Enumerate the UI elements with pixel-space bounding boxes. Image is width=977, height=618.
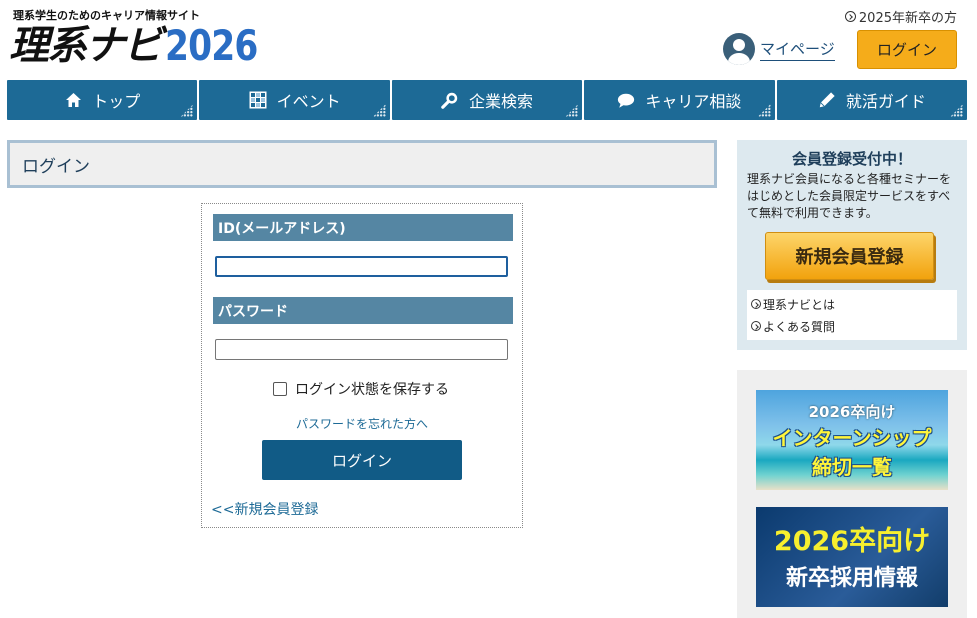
password-field-label: パスワード (213, 297, 513, 324)
graduate-2025-link[interactable]: 2025年新卒の方 (844, 7, 957, 26)
nav-item-top-label: トップ (92, 92, 141, 111)
circle-arrow-icon (751, 321, 761, 331)
nav-item-company-search[interactable]: 企業検索 (391, 80, 583, 120)
search-icon (441, 91, 459, 109)
login-submit-button[interactable]: ログイン (262, 440, 462, 480)
banner1-line1: 2026卒向け (808, 403, 896, 421)
corner-dots (950, 104, 964, 117)
main-nav: トップ イベント 企業検索 キャリア相談 就活ガイド (7, 80, 968, 120)
about-rikeinavi-label: 理系ナビとは (763, 297, 836, 312)
corner-dots (180, 104, 194, 117)
graduate-2025-label: 2025年新卒の方 (858, 11, 957, 26)
site-logo[interactable]: 理系ナビ 2026 (9, 21, 278, 70)
nav-item-job-guide-label: 就活ガイド (845, 92, 926, 111)
banner2-line2: 新卒採用情報 (785, 566, 918, 591)
forgot-password-link[interactable]: パスワードを忘れた方へ (202, 415, 522, 432)
pencil-icon (818, 91, 836, 109)
registration-title: 会員登録受付中！ (791, 150, 912, 168)
info-links: 理系ナビとは よくある質問 (747, 290, 957, 340)
banner1-line3: 締切一覧 (812, 455, 892, 479)
circle-arrow-icon (751, 299, 761, 309)
corner-dots (565, 104, 579, 117)
faq-label: よくある質問 (763, 319, 836, 334)
page-title: ログイン (7, 140, 717, 188)
corner-dots (372, 104, 386, 117)
mypage-label: マイページ (760, 38, 835, 61)
user-avatar-icon (723, 33, 755, 65)
logo-text: 理系ナビ (9, 23, 163, 69)
email-field[interactable] (215, 256, 508, 277)
password-field[interactable] (215, 339, 508, 360)
banner-panel: 2026卒向け インターンシップ 締切一覧 2026卒向け 新卒採用情報 (737, 370, 967, 618)
new-registration-link[interactable]: <<新規会員登録 (211, 499, 318, 519)
circle-arrow-icon (844, 11, 856, 22)
internship-deadline-banner[interactable]: 2026卒向け インターンシップ 締切一覧 (756, 390, 948, 490)
about-rikeinavi-link[interactable]: 理系ナビとは (751, 293, 953, 315)
home-icon (64, 91, 82, 109)
login-form: ID(メールアドレス) パスワード ログイン状態を保存する パスワードを忘れた方… (201, 203, 523, 528)
new-grad-recruitment-banner[interactable]: 2026卒向け 新卒採用情報 (756, 507, 948, 607)
remember-login[interactable]: ログイン状態を保存する (273, 379, 449, 399)
nav-item-event[interactable]: イベント (199, 80, 390, 120)
banner1-line2: インターンシップ (772, 426, 932, 450)
faq-link[interactable]: よくある質問 (751, 315, 953, 337)
nav-item-event-label: イベント (276, 92, 341, 111)
registration-panel: 会員登録受付中！ 理系ナビ会員になると各種セミナーをはじめとした会員限定サービス… (737, 140, 967, 350)
registration-description: 理系ナビ会員になると各種セミナーをはじめとした会員限定サービスをすべて無料で利用… (747, 172, 952, 220)
calendar-icon (249, 91, 267, 109)
logo-year: 2026 (165, 21, 258, 70)
corner-dots (757, 104, 771, 117)
banner2-line1: 2026卒向け (773, 526, 931, 557)
nav-item-job-guide[interactable]: 就活ガイド (776, 80, 968, 120)
id-field-label: ID(メールアドレス) (213, 214, 513, 241)
speech-bubble-icon (617, 91, 635, 109)
remember-checkbox[interactable] (273, 382, 287, 396)
nav-item-company-search-label: 企業検索 (469, 92, 534, 111)
nav-item-top[interactable]: トップ (7, 80, 198, 120)
nav-item-career-consult[interactable]: キャリア相談 (584, 80, 775, 120)
new-member-register-button[interactable]: 新規会員登録 (765, 232, 934, 280)
mypage-link[interactable]: マイページ (723, 33, 835, 65)
remember-label: ログイン状態を保存する (295, 382, 449, 398)
header-login-button[interactable]: ログイン (857, 30, 957, 69)
nav-item-career-consult-label: キャリア相談 (645, 92, 742, 111)
